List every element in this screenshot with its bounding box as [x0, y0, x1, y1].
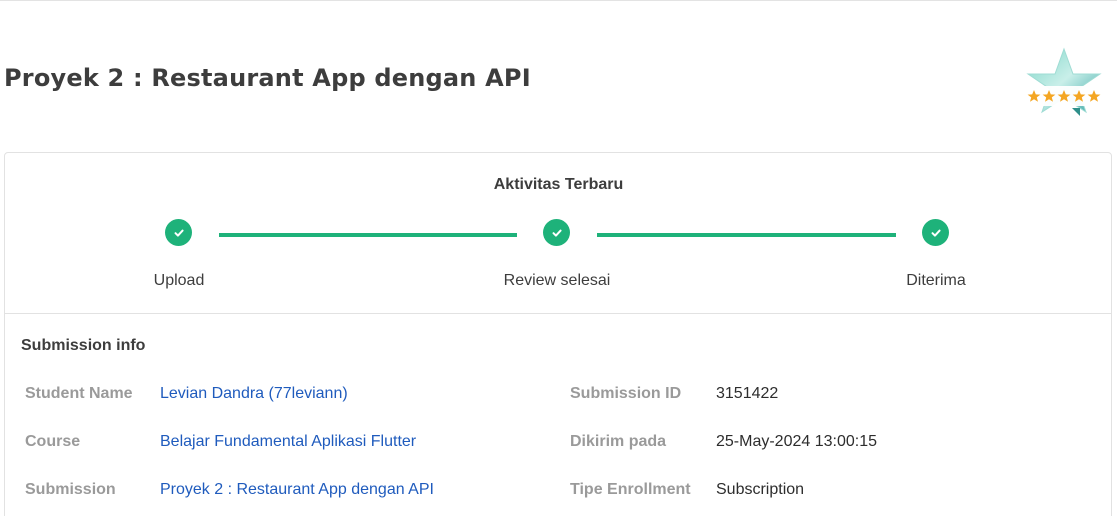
submission-card — [4, 152, 1112, 516]
enrollment-type-label: Tipe Enrollment — [570, 481, 691, 498]
step-accepted-check-icon — [922, 219, 949, 246]
step-upload-check-icon — [165, 219, 192, 246]
submission-id-label: Submission ID — [570, 385, 682, 402]
page-title: Proyek 2 : Restaurant App dengan API — [4, 64, 531, 92]
progress-line-1 — [219, 233, 517, 237]
star-rating-badge-icon — [1022, 46, 1106, 116]
course-label: Course — [25, 433, 81, 450]
submission-id-value: 3151422 — [716, 385, 779, 402]
student-name-label: Student Name — [25, 385, 133, 402]
step-label-review: Review selesai — [503, 272, 611, 289]
activity-title: Aktivitas Terbaru — [493, 176, 624, 193]
course-link[interactable]: Belajar Fundamental Aplikasi Flutter — [160, 433, 416, 451]
step-label-accepted: Diterima — [906, 272, 966, 289]
progress-line-2 — [597, 233, 896, 237]
sent-date-label: Dikirim pada — [570, 433, 667, 450]
enrollment-type-value: Subscription — [716, 481, 805, 498]
step-review-check-icon — [543, 219, 570, 246]
section-divider — [5, 313, 1111, 314]
sent-date-value: 25-May-2024 13:00:15 — [716, 433, 877, 450]
step-label-upload: Upload — [153, 272, 205, 289]
submission-info-title: Submission info — [21, 337, 146, 354]
top-divider — [0, 0, 1117, 1]
submission-label: Submission — [25, 481, 116, 498]
student-name-link[interactable]: Levian Dandra (77leviann) — [160, 385, 348, 403]
submission-link[interactable]: Proyek 2 : Restaurant App dengan API — [160, 481, 434, 499]
